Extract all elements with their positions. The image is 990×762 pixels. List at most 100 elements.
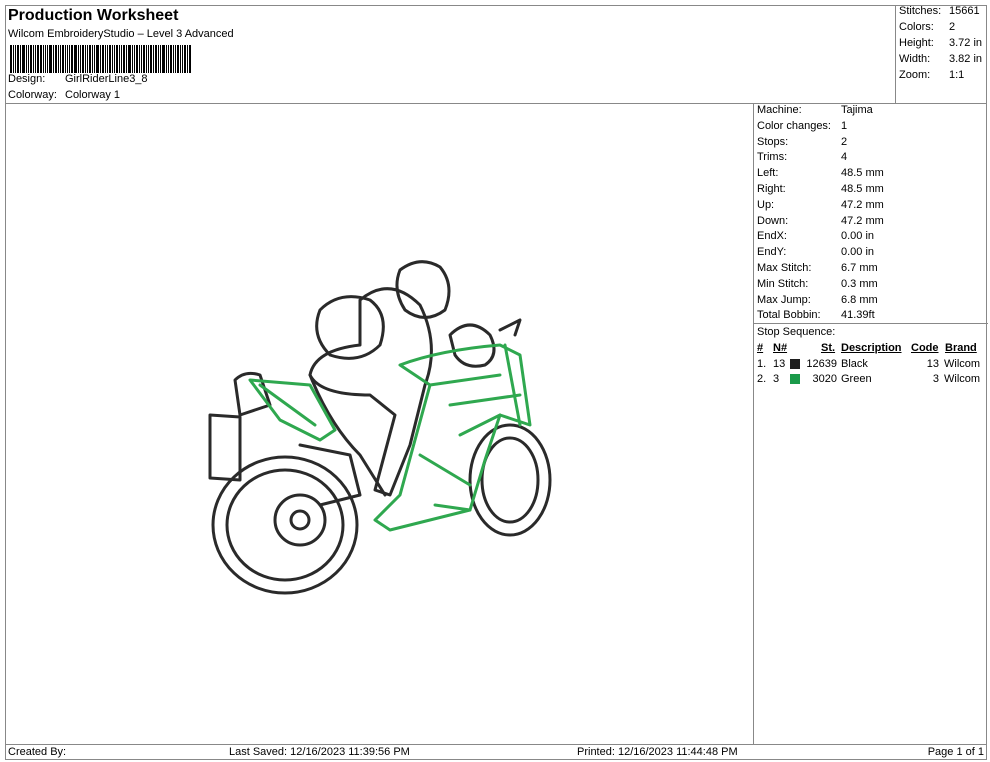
detail-label: Stops: bbox=[757, 135, 789, 148]
footer: Created By: Last Saved: 12/16/2023 11:39… bbox=[5, 744, 987, 760]
detail-value: Tajima bbox=[841, 104, 873, 116]
color-code: 3 bbox=[932, 373, 939, 385]
barcode-bar bbox=[67, 45, 68, 73]
barcode-bar bbox=[37, 45, 39, 73]
thread-brand: Wilcom bbox=[944, 358, 981, 370]
colorway-name: Colorway 1 bbox=[65, 89, 121, 101]
detail-row: Trims: 4 bbox=[757, 151, 847, 163]
divider bbox=[754, 323, 988, 324]
detail-label: Min Stitch: bbox=[757, 277, 809, 290]
detail-value: 6.8 mm bbox=[841, 293, 878, 306]
barcode-bar bbox=[53, 45, 54, 73]
barcode-bar bbox=[132, 45, 133, 73]
barcode-bar bbox=[139, 45, 140, 73]
barcode-bar bbox=[62, 45, 64, 73]
barcode-bar bbox=[74, 45, 77, 73]
barcode-bar bbox=[26, 45, 27, 73]
color-swatch bbox=[790, 374, 800, 384]
barcode-bar bbox=[114, 45, 115, 73]
barcode-bar bbox=[45, 45, 46, 73]
software-name: Wilcom EmbroideryStudio – Level 3 Advanc… bbox=[8, 28, 234, 40]
barcode-bar bbox=[28, 45, 29, 73]
stats-box: Stitches: 15661 Colors: 2 Height: 3.72 in W… bbox=[895, 5, 987, 104]
barcode-bar bbox=[43, 45, 44, 73]
detail-label: EndY: bbox=[757, 246, 787, 259]
detail-value: 47.2 mm bbox=[841, 214, 884, 227]
detail-row: Machine: Tajima bbox=[757, 104, 873, 116]
barcode-bar bbox=[123, 45, 125, 73]
barcode-bar bbox=[187, 45, 188, 73]
barcode-bar bbox=[126, 45, 127, 73]
detail-label: Max Stitch: bbox=[757, 262, 812, 274]
detail-row: EndY: 0.00 in bbox=[757, 246, 874, 259]
detail-label: Down: bbox=[757, 214, 789, 227]
barcode-bar bbox=[80, 45, 81, 73]
col-header-brand: Brand bbox=[945, 342, 977, 354]
barcode-bar bbox=[162, 45, 165, 73]
printed-date: Printed: 12/16/2023 11:44:48 PM bbox=[577, 746, 738, 758]
barcode-bar bbox=[105, 45, 106, 73]
thread-brand: Wilcom bbox=[944, 373, 981, 385]
detail-label: Right: bbox=[757, 183, 786, 195]
barcode-bar bbox=[146, 45, 147, 73]
page-title: Production Worksheet bbox=[8, 7, 179, 24]
barcode-bar bbox=[69, 45, 70, 73]
stat-height: Height: 3.72 in bbox=[899, 37, 983, 49]
barcode-bar bbox=[15, 45, 16, 73]
barcode-bar bbox=[71, 45, 73, 73]
barcode-bar bbox=[150, 45, 152, 73]
barcode-bar bbox=[128, 45, 131, 73]
barcode-bar bbox=[143, 45, 145, 73]
barcode-bar bbox=[89, 45, 91, 73]
detail-row: Down: 47.2 mm bbox=[757, 214, 884, 227]
barcode-bar bbox=[40, 45, 42, 73]
barcode-bar bbox=[116, 45, 118, 73]
detail-value: 41.39ft bbox=[841, 309, 875, 322]
barcode-bar bbox=[85, 45, 86, 73]
detail-row: Max Stitch: 6.7 mm bbox=[757, 262, 878, 274]
detail-row: Max Jump: 6.8 mm bbox=[757, 293, 878, 306]
stat-stitches: Stitches: 15661 bbox=[899, 5, 980, 17]
detail-label: Max Jump: bbox=[757, 293, 811, 306]
detail-row: Min Stitch: 0.3 mm bbox=[757, 277, 878, 290]
stop-number: 1. bbox=[757, 358, 767, 370]
barcode-bar bbox=[168, 45, 169, 73]
stat-width: Width: 3.82 in bbox=[899, 53, 983, 65]
detail-row: Stops: 2 bbox=[757, 135, 847, 148]
barcode-bar bbox=[10, 45, 12, 73]
stitch-count: 12639 bbox=[806, 358, 837, 370]
detail-value: 48.5 mm bbox=[841, 183, 884, 195]
barcode-bar bbox=[22, 45, 25, 73]
color-description: Green bbox=[841, 373, 872, 385]
needle-number: 3 bbox=[773, 373, 780, 385]
barcode-bar bbox=[160, 45, 161, 73]
barcode-bar bbox=[166, 45, 167, 73]
detail-label: Machine: bbox=[757, 104, 802, 116]
detail-row: Color changes: 1 bbox=[757, 119, 847, 132]
barcode-bar bbox=[136, 45, 138, 73]
barcode-bar bbox=[58, 45, 59, 73]
detail-value: 0.3 mm bbox=[841, 277, 878, 290]
page-number: Page 1 of 1 bbox=[927, 746, 984, 758]
barcode-bar bbox=[153, 45, 154, 73]
barcode-bar bbox=[35, 45, 36, 73]
barcode-bar bbox=[177, 45, 179, 73]
detail-label: Total Bobbin: bbox=[757, 309, 821, 322]
detail-value: 0.00 in bbox=[841, 246, 875, 259]
detail-label: Color changes: bbox=[757, 119, 831, 132]
barcode-bar bbox=[189, 45, 191, 73]
detail-label: Up: bbox=[757, 198, 775, 211]
barcode-bar bbox=[102, 45, 104, 73]
barcode-bar bbox=[87, 45, 88, 73]
detail-value: 6.7 mm bbox=[841, 262, 878, 274]
barcode-bar bbox=[158, 45, 159, 73]
barcode-bar bbox=[33, 45, 34, 73]
barcode-bar bbox=[121, 45, 122, 73]
barcode-bar bbox=[13, 45, 14, 73]
header: Production Worksheet Wilcom EmbroiderySt… bbox=[5, 5, 987, 104]
last-saved: Last Saved: 12/16/2023 11:39:56 PM bbox=[229, 746, 410, 758]
created-by: Created By: bbox=[8, 746, 67, 758]
barcode-bar bbox=[94, 45, 95, 73]
barcode-bar bbox=[109, 45, 111, 73]
details-panel: Machine: Tajima Color changes: 1 Stops: 2 Trim… bbox=[753, 104, 988, 744]
